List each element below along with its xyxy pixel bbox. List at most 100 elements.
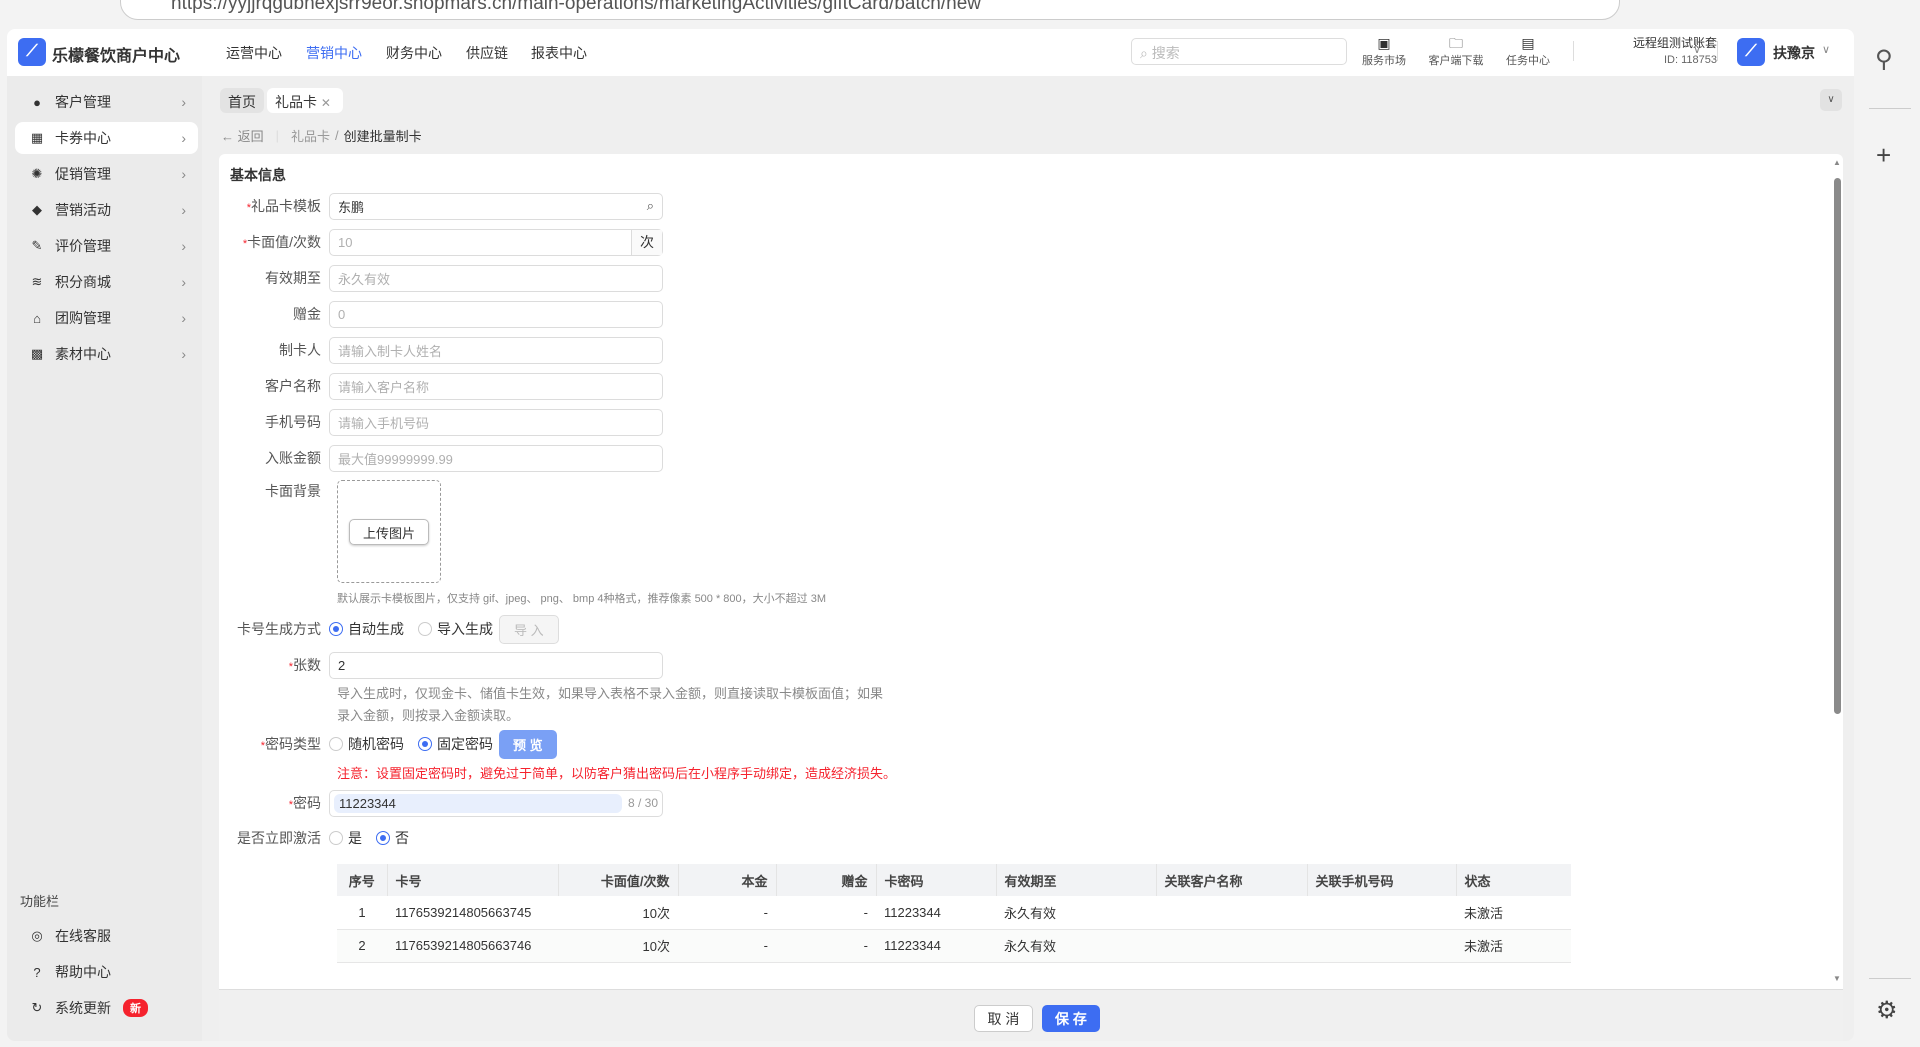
count-row: *张数 2: [219, 651, 663, 679]
upload-image-button[interactable]: 上传图片: [349, 519, 429, 545]
sidebar-item-coupons[interactable]: ▦ 卡券中心 ›: [15, 122, 198, 154]
address-bar[interactable]: https://yyjjrqgubnexjsrr9eor.shopmars.cn…: [120, 0, 1620, 20]
sidebar-item-reviews[interactable]: ✎ 评价管理 ›: [15, 230, 198, 262]
sidebar-item-group-buy[interactable]: ⌂ 团购管理 ›: [15, 302, 198, 334]
breadcrumb-current: 创建批量制卡: [343, 129, 422, 144]
expiry-input[interactable]: 永久有效: [329, 264, 663, 292]
search-icon: ⌕: [646, 198, 654, 213]
tab-home[interactable]: 首页: [220, 88, 264, 113]
unit-addon: 次: [631, 229, 662, 255]
chevron-right-icon: ›: [181, 346, 186, 362]
radio-activate-yes[interactable]: 是: [329, 828, 362, 848]
tag-icon: ◆: [32, 202, 42, 217]
chevron-right-icon: ›: [181, 166, 186, 182]
table-header: 序号 卡号 卡面值/次数 本金 赠金 卡密码 有效期至 关联客户名称 关联手机号码 状态: [337, 864, 1571, 896]
radio-fixed-password[interactable]: 固定密码: [418, 734, 493, 754]
plus-icon[interactable]: +: [1876, 140, 1891, 171]
cancel-button[interactable]: 取 消: [974, 1005, 1033, 1032]
sidebar-item-help[interactable]: ? 帮助中心: [15, 956, 198, 988]
user-icon: ●: [33, 94, 41, 110]
scrollbar-thumb[interactable]: [1834, 178, 1841, 714]
radio-random-password[interactable]: 随机密码: [329, 734, 404, 754]
nav-finance[interactable]: 财务中心: [386, 43, 442, 63]
activate-row: 是否立即激活 是 否: [237, 828, 409, 848]
client-download-button[interactable]: 🗀 客户端下载: [1424, 34, 1488, 68]
sidebar-item-customers[interactable]: ● 客户管理 ›: [15, 86, 198, 118]
close-icon[interactable]: ✕: [321, 96, 331, 110]
search-icon: ⌕: [1140, 45, 1152, 61]
divider: [1869, 978, 1911, 979]
user-avatar[interactable]: ⟋: [1737, 38, 1765, 66]
headset-icon: ◎: [31, 928, 43, 943]
top-header: ⟋ 乐檬餐饮商户中心 运营中心 营销中心 财务中心 供应链 报表中心 ⌕ 搜索 …: [7, 29, 1854, 76]
radio-auto-generate[interactable]: 自动生成: [329, 619, 404, 639]
save-button[interactable]: 保 存: [1042, 1005, 1100, 1032]
import-button[interactable]: 导 入: [499, 614, 559, 644]
face-value-row: *卡面值/次数 10 次: [219, 228, 663, 256]
sidebar-item-campaigns[interactable]: ◆ 营销活动 ›: [15, 194, 198, 226]
table-row: 2 1176539214805663746 10次 - -11223344 永久有效 未激活: [337, 929, 1571, 963]
tab-gift-card[interactable]: 礼品卡 ✕: [267, 88, 343, 113]
bonus-input[interactable]: 0: [329, 300, 663, 328]
nav-marketing[interactable]: 营销中心: [306, 43, 362, 63]
ticket-icon: ▦: [30, 130, 44, 145]
customer-input[interactable]: 请输入客户名称: [329, 372, 663, 400]
amount-input[interactable]: 最大值99999999.99: [329, 444, 663, 472]
chevron-down-icon[interactable]: ∨: [1693, 43, 1701, 56]
scroll-down-arrow[interactable]: ▼: [1833, 974, 1841, 983]
chevron-right-icon: ›: [181, 310, 186, 326]
sidebar-item-promotions[interactable]: ✺ 促销管理 ›: [15, 158, 198, 190]
count-hint-line1: 导入生成时，仅现金卡、储值卡生效，如果导入表格不录入金额，则直接读取卡模板面值；…: [337, 686, 884, 701]
background-label: 卡面背景: [265, 483, 321, 499]
back-link[interactable]: ← 返回: [221, 126, 264, 145]
template-select[interactable]: 东鹏 ⌕: [329, 192, 663, 220]
user-name[interactable]: 扶豫京: [1773, 43, 1815, 63]
radio-import-generate[interactable]: 导入生成: [418, 619, 493, 639]
nav-supply-chain[interactable]: 供应链: [466, 43, 508, 63]
table-row: 1 1176539214805663745 10次 - -11223344 永久有效 未激活: [337, 896, 1571, 930]
nav-reports[interactable]: 报表中心: [531, 43, 587, 63]
cards-table: 序号 卡号 卡面值/次数 本金 赠金 卡密码 有效期至 关联客户名称 关联手机号码 状态 1 117…: [337, 864, 1571, 963]
radio-activate-no[interactable]: 否: [376, 828, 409, 848]
gen-method-row: 卡号生成方式 自动生成 导入生成 导 入: [219, 614, 559, 644]
password-input[interactable]: 11223344 8 / 30: [329, 789, 663, 817]
sidebar-item-points-mall[interactable]: ≋ 积分商城 ›: [15, 266, 198, 298]
search-icon[interactable]: ⚲: [1875, 45, 1893, 74]
browser-side-panel: ⚲ + ⚙: [1861, 0, 1920, 1047]
chevron-right-icon: ›: [181, 238, 186, 254]
phone-input[interactable]: 请输入手机号码: [329, 408, 663, 436]
nav-operations[interactable]: 运营中心: [226, 43, 282, 63]
scroll-up-arrow[interactable]: ▲: [1833, 158, 1841, 167]
maker-input[interactable]: 请输入制卡人姓名: [329, 336, 663, 364]
preview-button[interactable]: 预 览: [499, 729, 557, 759]
breadcrumb: ← 返回 | 礼品卡 / 创建批量制卡: [221, 126, 422, 145]
app-logo-icon: ⟋: [18, 38, 46, 66]
task-center-button[interactable]: ▤ 任务中心: [1496, 34, 1560, 68]
discount-icon: ✺: [31, 166, 43, 181]
collapse-tabs-button[interactable]: ∨: [1820, 89, 1842, 111]
breadcrumb-parent[interactable]: 礼品卡: [291, 126, 330, 145]
form-panel: 基本信息 *礼品卡模板 东鹏 ⌕ *卡面值/次数 10 次 有效期至 永久有效 赠金 0 制…: [219, 154, 1843, 989]
char-counter: 8 / 30: [627, 796, 658, 810]
chevron-right-icon: ›: [181, 94, 186, 110]
sidebar-item-updates[interactable]: ↻ 系统更新新: [15, 992, 198, 1024]
customer-row: 客户名称 请输入客户名称: [219, 372, 663, 400]
face-value-input[interactable]: 10 次: [329, 228, 663, 256]
amount-row: 入账金额 最大值99999999.99: [219, 444, 663, 472]
count-input[interactable]: 2: [329, 651, 663, 679]
app-window: ⟋ 乐檬餐饮商户中心 运营中心 营销中心 财务中心 供应链 报表中心 ⌕ 搜索 …: [7, 29, 1854, 1041]
service-market-button[interactable]: ▣ 服务市场: [1352, 34, 1416, 68]
sidebar-item-online-service[interactable]: ◎ 在线客服: [15, 920, 198, 952]
app-title: 乐檬餐饮商户中心: [52, 48, 181, 65]
download-folder-icon: 🗀: [1449, 35, 1463, 51]
upload-area[interactable]: 上传图片: [337, 480, 441, 583]
chevron-down-icon[interactable]: ∨: [1822, 43, 1830, 56]
chevron-right-icon: ›: [181, 274, 186, 290]
expiry-row: 有效期至 永久有效: [219, 264, 663, 292]
sidebar-item-materials[interactable]: ▩ 素材中心 ›: [15, 338, 198, 370]
count-hint-line2: 录入金额，则按录入金额读取。: [337, 708, 520, 723]
search-input[interactable]: ⌕ 搜索: [1131, 38, 1347, 65]
divider: [1869, 108, 1911, 109]
gear-icon[interactable]: ⚙: [1876, 996, 1898, 1025]
password-row: *密码 11223344 8 / 30: [219, 789, 663, 817]
